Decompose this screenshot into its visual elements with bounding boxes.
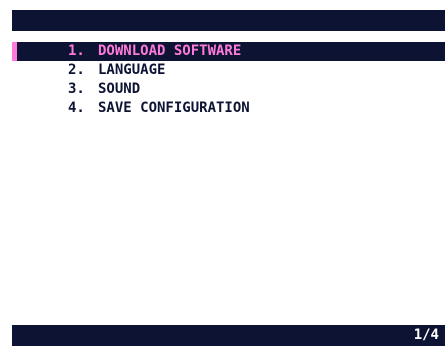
menu-item-number: 1. [68, 43, 85, 59]
menu-item-number: 2. [68, 62, 85, 78]
menu-item-number: 4. [68, 100, 85, 116]
main-menu: 1. DOWNLOAD SOFTWARE 2. LANGUAGE 3. SOUND 4… [12, 42, 445, 118]
title-bar [12, 10, 445, 31]
menu-item-save-configuration[interactable]: 4. SAVE CONFIGURATION [12, 99, 445, 118]
menu-item-label: DOWNLOAD SOFTWARE [98, 43, 242, 59]
menu-item-label: SAVE CONFIGURATION [98, 100, 250, 116]
menu-item-label: SOUND [98, 81, 141, 97]
device-screen: 1. DOWNLOAD SOFTWARE 2. LANGUAGE 3. SOUND 4… [0, 0, 445, 347]
menu-item-download-software[interactable]: 1. DOWNLOAD SOFTWARE [12, 42, 445, 61]
menu-item-label: LANGUAGE [98, 62, 166, 78]
menu-item-sound[interactable]: 3. SOUND [12, 80, 445, 99]
page-indicator: 1/4 [413, 327, 439, 343]
status-bar: 1/4 [12, 325, 445, 346]
menu-item-language[interactable]: 2. LANGUAGE [12, 61, 445, 80]
menu-item-number: 3. [68, 81, 85, 97]
